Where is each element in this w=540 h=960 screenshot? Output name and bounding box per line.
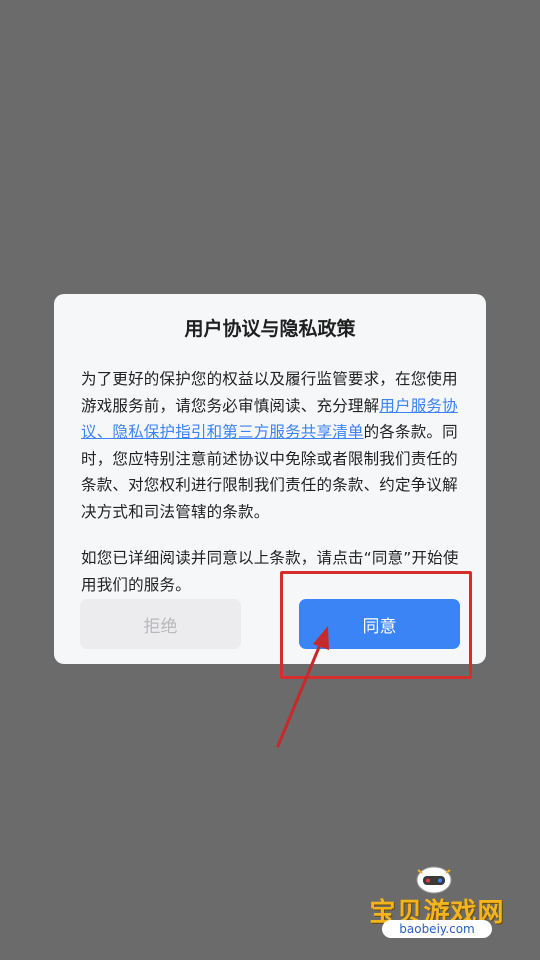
agree-button[interactable]: 同意 (299, 599, 460, 649)
reject-button[interactable]: 拒绝 (80, 599, 241, 649)
dialog-body: 为了更好的保护您的权益以及履行监管要求，在您使用游戏服务前，请您务必审慎阅读、充… (81, 366, 459, 598)
site-watermark: 宝贝游戏网 baobeiy.com (362, 862, 512, 942)
watermark-url: baobeiy.com (382, 920, 492, 938)
gamepad-mascot-icon (416, 866, 452, 894)
dialog-paragraph-1: 为了更好的保护您的权益以及履行监管要求，在您使用游戏服务前，请您务必审慎阅读、充… (81, 366, 459, 525)
dialog-title: 用户协议与隐私政策 (184, 318, 356, 340)
privacy-dialog: 用户协议与隐私政策 为了更好的保护您的权益以及履行监管要求，在您使用游戏服务前，… (54, 294, 486, 664)
dialog-paragraph-2: 如您已详细阅读并同意以上条款，请点击“同意”开始使用我们的服务。 (81, 549, 459, 594)
